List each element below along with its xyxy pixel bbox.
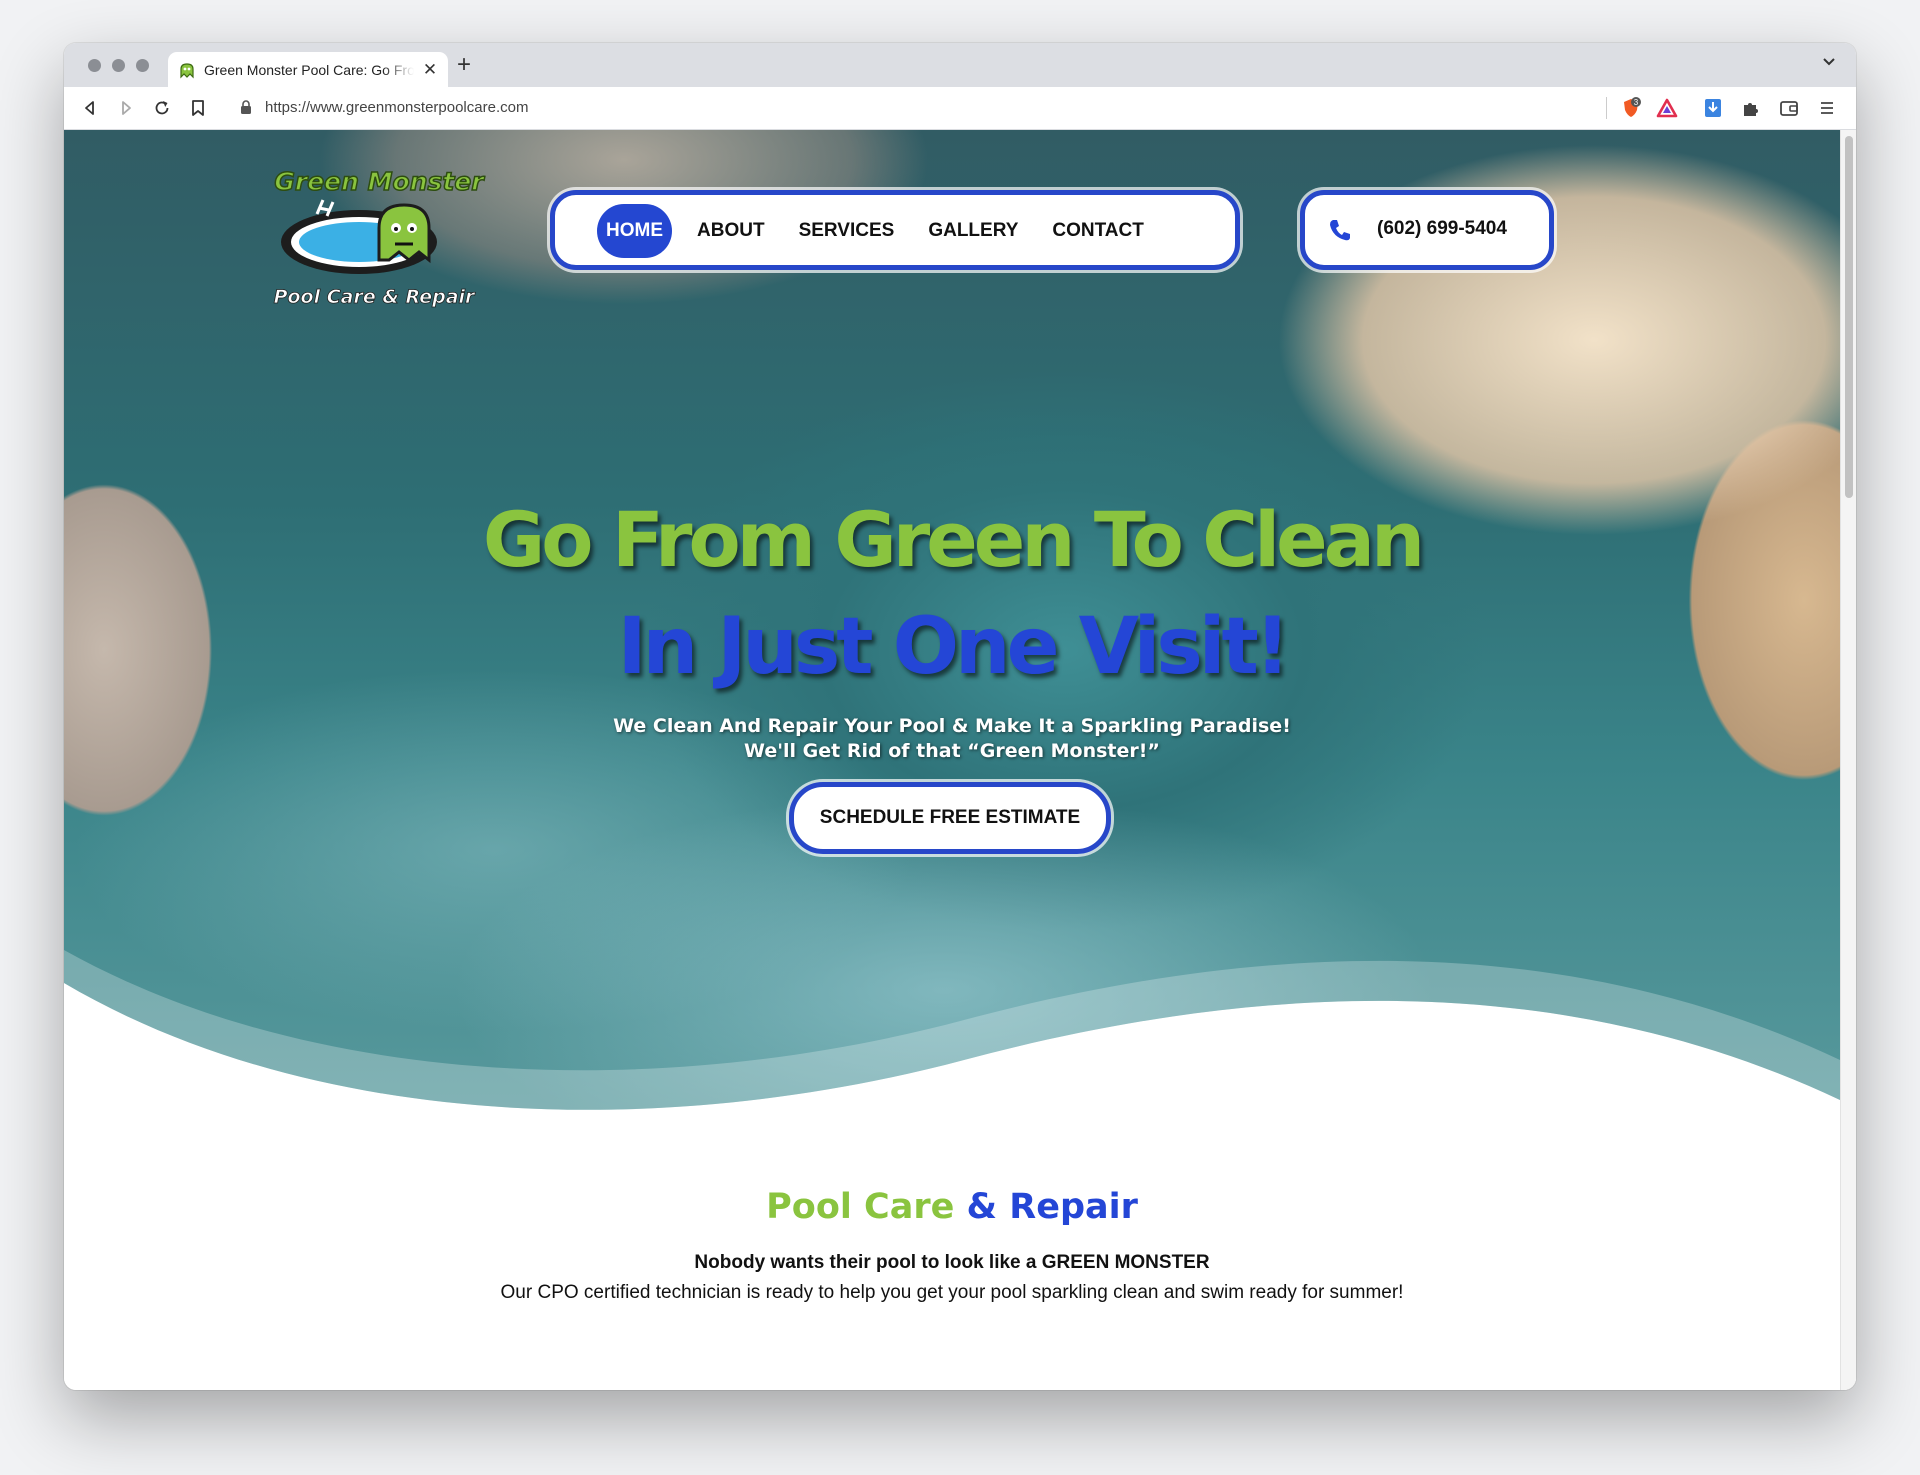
section-title: Pool Care & Repair <box>64 1187 1840 1227</box>
section-bold-line: Nobody wants their pool to look like a G… <box>694 1252 1210 1273</box>
bookmark-icon[interactable] <box>188 98 208 118</box>
forward-icon[interactable] <box>116 98 136 118</box>
browser-tab[interactable]: Green Monster Pool Care: Go From Green T… <box>168 52 448 87</box>
nav-contact[interactable]: CONTACT <box>1035 204 1160 258</box>
site-logo[interactable]: Green Monster Pool Care & Repair <box>259 160 499 310</box>
new-tab-button[interactable]: + <box>457 53 471 77</box>
wallet-icon[interactable] <box>1778 97 1800 119</box>
nav-home[interactable]: HOME <box>597 204 672 258</box>
nav-items: HOME ABOUT SERVICES GALLERY CONTACT <box>597 204 1161 258</box>
page-scrollbar[interactable] <box>1840 130 1856 1390</box>
phone-number: (602) 699-5404 <box>1377 218 1507 239</box>
tab-close-icon[interactable]: ✕ <box>422 61 438 78</box>
menu-icon[interactable] <box>1816 97 1838 119</box>
phone-button[interactable]: (602) 699-5404 <box>1300 190 1554 270</box>
logo-wordmark: Green Monster <box>274 167 485 196</box>
tab-list-chevron-icon[interactable] <box>1822 57 1836 67</box>
browser-window: Green Monster Pool Care: Go From Green T… <box>64 43 1856 1390</box>
maximize-window-button[interactable] <box>136 59 149 72</box>
download-icon[interactable] <box>1702 97 1724 119</box>
tab-title: Green Monster Pool Care: Go From Green T… <box>204 61 414 78</box>
nav-services[interactable]: SERVICES <box>782 204 912 258</box>
shield-count-badge: 3 <box>1634 98 1639 107</box>
section-body: Our CPO certified technician is ready to… <box>500 1282 1404 1303</box>
address-bar[interactable]: https://www.greenmonsterpoolcare.com <box>265 99 528 116</box>
toolbar-separator <box>1606 97 1607 119</box>
hero-section: Green Monster Pool Care & Repair HOME AB… <box>64 130 1840 1190</box>
rewards-triangle-icon[interactable] <box>1656 97 1678 119</box>
minimize-window-button[interactable] <box>112 59 125 72</box>
page-viewport: Green Monster Pool Care & Repair HOME AB… <box>64 130 1856 1390</box>
window-controls <box>88 59 149 72</box>
phone-icon <box>1323 213 1357 247</box>
hero-sub-line1: We Clean And Repair Your Pool & Make It … <box>613 715 1291 737</box>
tab-bar: Green Monster Pool Care: Go From Green T… <box>64 43 1856 87</box>
reload-icon[interactable] <box>152 98 172 118</box>
favicon-monster-icon <box>180 62 194 78</box>
nav-about[interactable]: ABOUT <box>680 204 782 258</box>
logo-tagline: Pool Care & Repair <box>274 286 476 308</box>
section-title-part1: Pool Care <box>766 1187 955 1227</box>
brave-shield-icon[interactable]: 3 <box>1620 97 1642 119</box>
schedule-estimate-button[interactable]: SCHEDULE FREE ESTIMATE <box>789 782 1111 854</box>
scrollbar-thumb[interactable] <box>1845 136 1853 498</box>
hero-subheadline: We Clean And Repair Your Pool & Make It … <box>64 714 1840 764</box>
browser-toolbar: https://www.greenmonsterpoolcare.com 3 <box>64 87 1856 130</box>
hero-sub-line2: We'll Get Rid of that “Green Monster!” <box>744 740 1160 762</box>
hero-headline-line2: In Just One Visit! <box>617 602 1291 692</box>
extensions-puzzle-icon[interactable] <box>1740 97 1762 119</box>
section-title-part2: & Repair <box>966 1187 1138 1227</box>
close-window-button[interactable] <box>88 59 101 72</box>
hero-headline-line1: Go From Green To Clean <box>482 495 1425 584</box>
main-navigation: HOME ABOUT SERVICES GALLERY CONTACT <box>550 190 1240 270</box>
nav-gallery[interactable]: GALLERY <box>911 204 1035 258</box>
lock-icon[interactable] <box>240 100 252 115</box>
back-icon[interactable] <box>80 98 100 118</box>
